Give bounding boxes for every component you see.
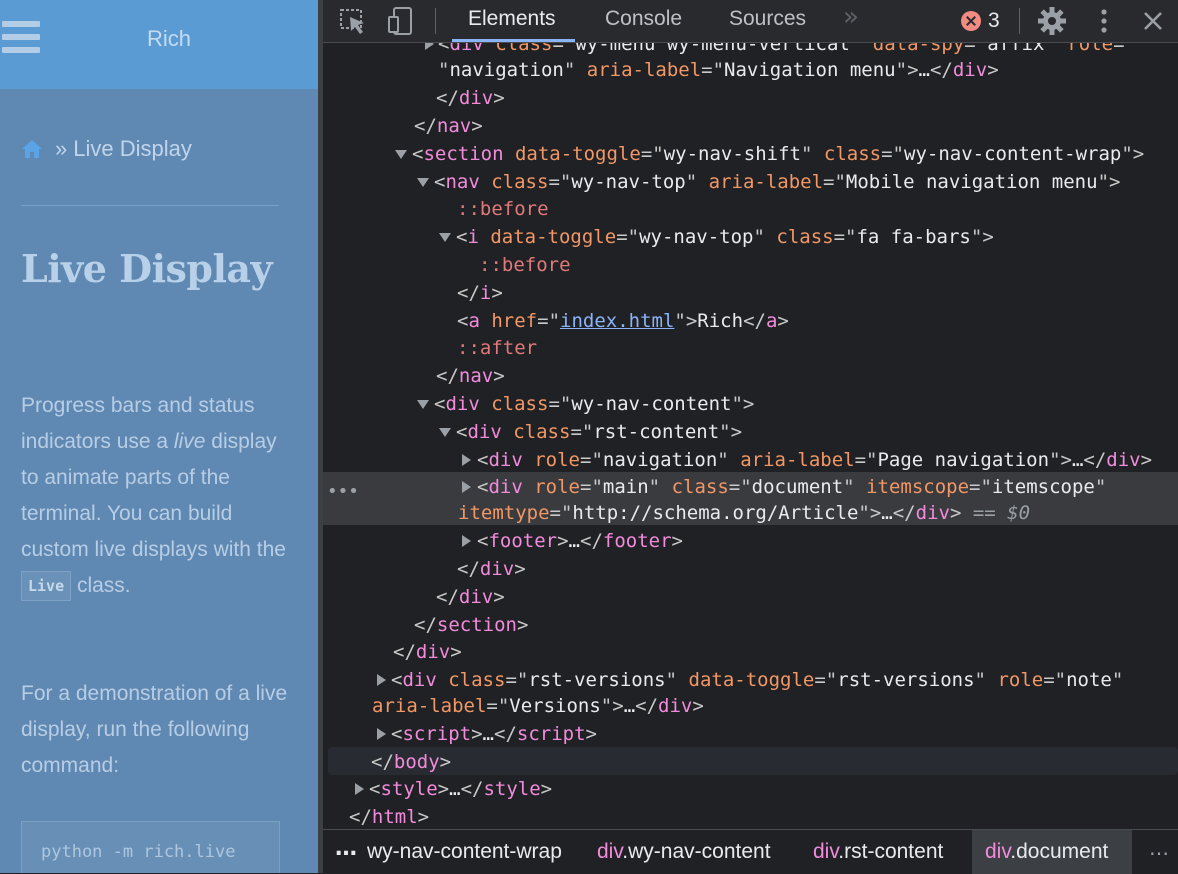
expand-arrow-icon[interactable]: [459, 527, 473, 555]
tab-sources[interactable]: Sources: [729, 0, 806, 42]
breadcrumb-current: Live Display: [73, 136, 192, 161]
dom-tree: ••• <div class="wy-menu wy-menu-vertical…: [323, 43, 1178, 829]
elements-breadcrumb-bar: … wy-nav-content-wrap div.wy-nav-content…: [323, 829, 1178, 874]
collapse-arrow-icon[interactable]: [416, 390, 430, 418]
collapse-arrow-icon[interactable]: [416, 168, 430, 196]
breadcrumb-node[interactable]: div.rst-content: [813, 830, 943, 874]
inline-code-live: Live: [21, 571, 72, 602]
code-block: python -m rich.live: [21, 821, 280, 873]
demo-paragraph: For a demonstration of a live display, r…: [21, 682, 288, 777]
expand-arrow-icon[interactable]: [352, 775, 366, 803]
dom-node[interactable]: </div>: [323, 638, 1178, 666]
breadcrumb-node[interactable]: div.wy-nav-content: [597, 830, 771, 874]
dom-node[interactable]: <div class="wy-nav-content">: [323, 390, 1178, 418]
dom-node-selected[interactable]: <div role="main" class="document" itemsc…: [323, 473, 1178, 501]
breadcrumb-node-selected[interactable]: div.document: [985, 830, 1108, 874]
code-text: python -m rich.live: [41, 842, 236, 862]
settings-gear-icon[interactable]: [1036, 5, 1068, 37]
breadcrumb-separator: »: [55, 136, 68, 161]
dom-node[interactable]: </body>: [323, 748, 1178, 776]
breadcrumb-scroll-left[interactable]: …: [335, 836, 357, 861]
dom-node[interactable]: </div>: [323, 555, 1178, 583]
error-counter[interactable]: 3: [961, 8, 1000, 34]
collapse-arrow-icon[interactable]: [394, 140, 408, 168]
kebab-menu-icon[interactable]: [1088, 5, 1120, 37]
dom-node[interactable]: </div>: [323, 583, 1178, 611]
selected-node-ref: == $0: [972, 502, 1031, 524]
para1-end: class.: [71, 574, 131, 597]
dom-node[interactable]: <style>…</style>: [323, 775, 1178, 803]
dom-node[interactable]: <script>…</script>: [323, 720, 1178, 748]
collapse-arrow-icon[interactable]: [438, 418, 452, 446]
dom-node-continuation[interactable]: aria-label="Versions">…</div>: [323, 692, 1178, 720]
error-count: 3: [988, 9, 1000, 32]
para1-emphasis: live: [173, 430, 206, 453]
dom-node[interactable]: <div class="rst-versions" data-toggle="r…: [323, 666, 1178, 694]
collapse-arrow-icon[interactable]: [438, 223, 452, 251]
dom-node-continuation[interactable]: "navigation" aria-label="Navigation menu…: [323, 56, 1178, 84]
mobile-nav-top: Rich: [0, 0, 318, 89]
dom-node[interactable]: </nav>: [323, 112, 1178, 140]
dom-pseudo-element[interactable]: ::after: [323, 334, 1178, 362]
dom-node[interactable]: <i data-toggle="wy-nav-top" class="fa fa…: [323, 223, 1178, 251]
dom-node[interactable]: </i>: [323, 279, 1178, 307]
close-icon[interactable]: [1137, 5, 1169, 37]
inspect-icon[interactable]: [337, 5, 369, 37]
href-link[interactable]: index.html: [560, 310, 674, 332]
more-tabs-chevron-icon[interactable]: »: [843, 2, 859, 32]
dom-node[interactable]: </nav>: [323, 362, 1178, 390]
dom-node[interactable]: <a href="index.html">Rich</a>: [323, 307, 1178, 335]
tab-console[interactable]: Console: [605, 0, 682, 42]
hamburger-icon[interactable]: [2, 21, 40, 53]
dom-node[interactable]: <section data-toggle="wy-nav-shift" clas…: [323, 140, 1178, 168]
dom-node-continuation[interactable]: itemtype="http://schema.org/Article">…</…: [323, 499, 1178, 527]
dom-pseudo-element[interactable]: ::before: [323, 251, 1178, 279]
expand-arrow-icon[interactable]: [459, 473, 473, 501]
dom-node[interactable]: </html>: [323, 803, 1178, 829]
dom-node[interactable]: <nav class="wy-nav-top" aria-label="Mobi…: [323, 168, 1178, 196]
dom-node[interactable]: <div class="rst-content">: [323, 418, 1178, 446]
breadcrumb: » Live Display: [21, 134, 192, 164]
dom-node[interactable]: <footer>…</footer>: [323, 527, 1178, 555]
expand-arrow-icon[interactable]: [374, 666, 388, 694]
dom-pseudo-element[interactable]: ::before: [323, 195, 1178, 223]
dom-node[interactable]: <div role="navigation" aria-label="Page …: [323, 446, 1178, 474]
devtools-toolbar: Elements Console Sources » 3: [323, 0, 1178, 43]
devtools-panel: Elements Console Sources » 3 ••• <div cl…: [323, 0, 1178, 874]
toolbar-separator: [1019, 8, 1020, 34]
device-toggle-icon[interactable]: [385, 5, 417, 37]
home-icon[interactable]: [21, 139, 43, 159]
brand-link[interactable]: Rich: [90, 26, 248, 52]
dom-node[interactable]: </div>: [323, 84, 1178, 112]
toolbar-separator: [435, 8, 436, 34]
expand-arrow-icon[interactable]: [459, 446, 473, 474]
divider: [21, 205, 279, 206]
active-tab-indicator: [452, 39, 575, 42]
page-title: Live Display: [21, 246, 273, 291]
dom-node[interactable]: </section>: [323, 611, 1178, 639]
error-icon: [961, 11, 981, 31]
intro-paragraph: Progress bars and status indicators use …: [21, 388, 291, 604]
breadcrumb-node[interactable]: wy-nav-content-wrap: [367, 830, 562, 874]
breadcrumb-scroll-right[interactable]: …: [1149, 836, 1169, 860]
page-viewport: Rich » Live Display Live Display Progres…: [0, 0, 318, 873]
tab-elements[interactable]: Elements: [468, 0, 556, 42]
expand-arrow-icon[interactable]: [374, 720, 388, 748]
